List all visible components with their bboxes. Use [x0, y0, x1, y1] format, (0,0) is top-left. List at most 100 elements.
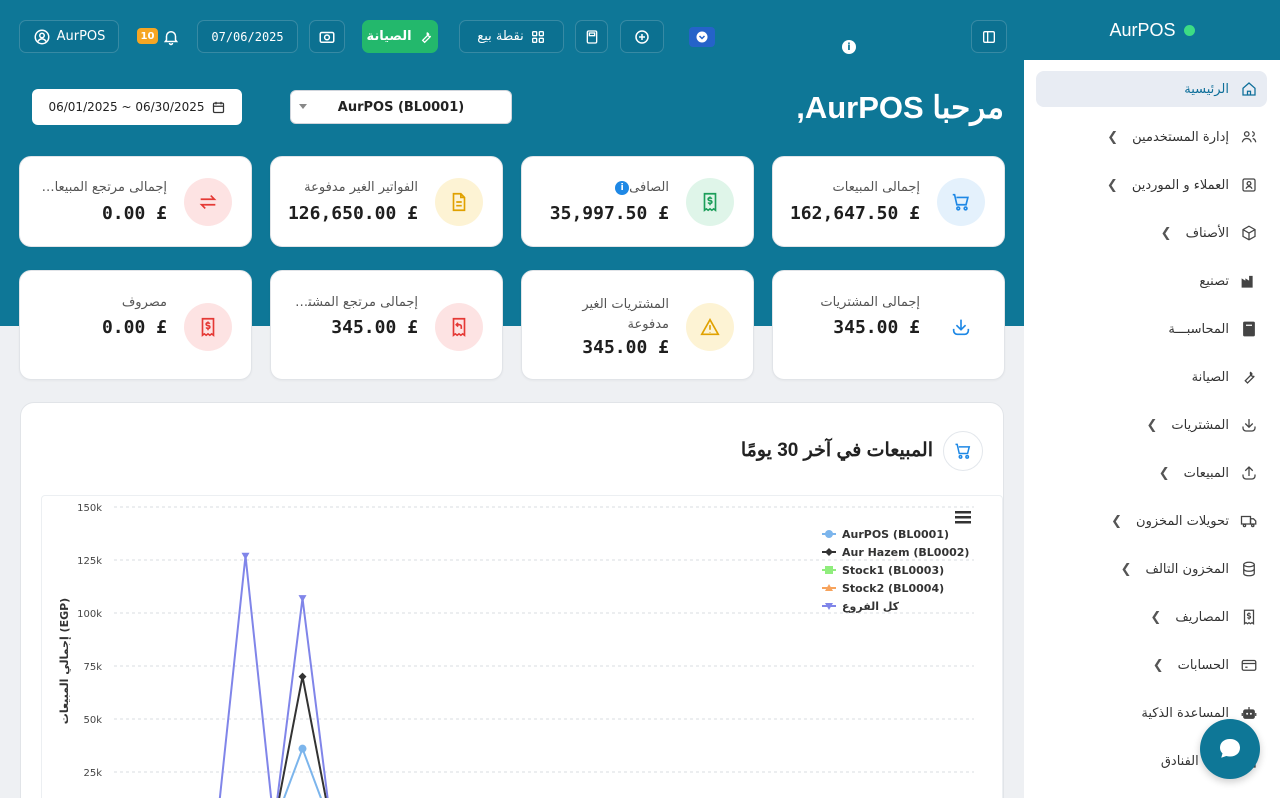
series-line — [218, 555, 329, 798]
cart-icon — [943, 431, 983, 471]
chevron-left-icon: ❮ — [1150, 609, 1162, 625]
users-icon — [1240, 128, 1258, 146]
chevron-down-circle-icon — [696, 31, 708, 43]
sidebar-item-4[interactable]: تصنيع — [1036, 263, 1267, 299]
chart-svg: 25k 50k 75k 100k 125k 150k إجمالي المبيعات (EG… — [58, 503, 974, 798]
cart-icon — [937, 178, 985, 226]
chart-menu-icon — [955, 511, 971, 514]
camera-button[interactable] — [309, 20, 345, 53]
info-icon[interactable]: i — [615, 181, 630, 195]
stat-card[interactable]: مصروف 0.00 £ — [19, 270, 252, 380]
legend-label: Stock2 (BL0004) — [842, 582, 944, 595]
y-tick-label: 125k — [77, 556, 102, 567]
legend-label: AurPOS (BL0001) — [842, 528, 949, 541]
y-tick-label: 25k — [83, 768, 102, 779]
stat-card[interactable]: الصافىi 35,997.50 £ — [521, 156, 754, 247]
sidebar-item-9[interactable]: ❮ تحويلات المخزون — [1036, 503, 1267, 539]
legend-marker — [825, 566, 833, 574]
stat-card[interactable]: إجمالى المبيعات 162,647.50 £ — [772, 156, 1005, 247]
document-icon — [435, 178, 483, 226]
stat-value: 345.00 £ — [833, 317, 920, 338]
sidebar-item-2[interactable]: ❮ العملاء و الموردين — [1036, 167, 1267, 203]
stat-label: إجمالى المشتريات — [820, 295, 920, 310]
stat-value: 126,650.00 £ — [287, 203, 418, 224]
user-menu-button[interactable]: AurPOS — [19, 20, 119, 53]
sidebar-item-label: إدارة المستخدمين — [1132, 129, 1229, 145]
wrench-icon — [421, 31, 431, 43]
y-tick-label: 150k — [77, 503, 102, 514]
notification-count-badge: 10 — [137, 28, 158, 44]
sidebar-item-5[interactable]: المحاسبـــة — [1036, 311, 1267, 347]
date-range-picker[interactable]: 06/01/2025 ~ 06/30/2025 — [32, 89, 242, 125]
download-app-button[interactable] — [689, 27, 715, 47]
stat-card[interactable]: الفواتير الغير مدفوعة 126,650.00 £ — [270, 156, 503, 247]
sales-chart: 25k 50k 75k 100k 125k 150k إجمالي المبيعات (EG… — [41, 495, 1003, 798]
stat-card[interactable]: إجمالى مرتجع المبيعا… 0.00 £ — [19, 156, 252, 247]
brand-logo[interactable]: AurPOS — [1024, 0, 1280, 60]
branch-select-value: AurPOS (BL0001) — [337, 99, 465, 115]
chart-title: المبيعات في آخر 30 يومًا — [740, 440, 933, 461]
legend-label: Aur Hazem (BL0002) — [842, 546, 969, 559]
calculator-button[interactable] — [575, 20, 608, 53]
receipt-dollar-icon — [686, 178, 734, 226]
pos-button[interactable]: نقطة بيع — [459, 20, 564, 53]
stat-card[interactable]: المشتريات الغير مدفوعة 345.00 £ — [521, 270, 754, 380]
sidebar-item-7[interactable]: ❮ المشتريات — [1036, 407, 1267, 443]
legend-marker — [825, 548, 833, 556]
chat-button[interactable] — [1200, 719, 1260, 779]
receipt-dollar-icon — [1240, 608, 1258, 626]
stat-label: الصافىi — [539, 180, 669, 195]
receipt-return-icon — [435, 303, 483, 351]
sidebar-item-label: العملاء و الموردين — [1131, 177, 1229, 193]
stat-value: 345.00 £ — [331, 317, 418, 338]
camera-icon — [319, 31, 335, 43]
upload-icon — [1240, 464, 1258, 482]
robot-icon — [1240, 704, 1258, 722]
sidebar-item-12[interactable]: ❮ الحسابات — [1036, 647, 1267, 683]
sidebar-toggle-button[interactable] — [971, 20, 1007, 53]
swap-arrows-icon — [184, 178, 232, 226]
sidebar-item-6[interactable]: الصيانة — [1036, 359, 1267, 395]
y-tick-label: 75k — [83, 662, 102, 673]
chart-menu-icon — [955, 521, 971, 524]
contact-card-icon — [1240, 176, 1258, 194]
sidebar-item-label: المحاسبـــة — [1168, 321, 1229, 337]
chevron-left-icon: ❮ — [1152, 657, 1164, 673]
date-range-value: 06/01/2025 ~ 06/30/2025 — [48, 100, 205, 114]
branch-select[interactable]: AurPOS (BL0001) — [290, 90, 512, 124]
sidebar-item-3[interactable]: ❮ الأصناف — [1036, 215, 1267, 251]
sidebar-item-11[interactable]: ❮ المصاريف — [1036, 599, 1267, 635]
sidebar-item-label: المشتريات — [1171, 417, 1229, 433]
calendar-icon — [212, 101, 224, 113]
legend-label: Stock1 (BL0003) — [842, 564, 944, 577]
stat-label: إجمالى مرتجع المبيعا… — [41, 180, 167, 195]
chevron-left-icon: ❮ — [1107, 129, 1119, 145]
chevron-left-icon: ❮ — [1106, 177, 1118, 193]
chevron-left-icon: ❮ — [1158, 465, 1170, 481]
chevron-left-icon: ❮ — [1120, 561, 1132, 577]
receipt-dollar-icon — [184, 303, 232, 351]
sidebar-item-8[interactable]: ❮ المبيعات — [1036, 455, 1267, 491]
warning-icon — [686, 303, 734, 351]
sidebar-item-10[interactable]: ❮ المخزون التالف — [1036, 551, 1267, 587]
y-tick-label: 50k — [83, 715, 102, 726]
plus-circle-icon — [635, 29, 649, 44]
stat-value: 0.00 £ — [101, 317, 167, 338]
stat-label: الفواتير الغير مدفوعة — [304, 180, 418, 195]
stat-card[interactable]: إجمالى مرتجع المشتر… 345.00 £ — [270, 270, 503, 380]
sidebar-item-label: الحسابات — [1177, 657, 1229, 673]
sidebar-item-1[interactable]: ❮ إدارة المستخدمين — [1036, 119, 1267, 155]
sidebar-item-0[interactable]: الرئيسية — [1036, 71, 1267, 107]
maintenance-button[interactable]: الصيانة — [362, 20, 438, 53]
add-button[interactable] — [620, 20, 664, 53]
y-axis-label: إجمالي المبيعات (EGP) — [58, 598, 71, 724]
chart-menu-icon — [955, 516, 971, 519]
data-point — [298, 672, 307, 681]
stat-card[interactable]: إجمالى المشتريات 345.00 £ — [772, 270, 1005, 380]
data-point — [241, 552, 250, 560]
stat-value: 35,997.50 £ — [549, 203, 669, 224]
maintenance-label: الصيانة — [366, 29, 412, 44]
sidebar-item-label: المساعدة الذكية — [1141, 705, 1229, 721]
info-icon: i — [842, 40, 856, 54]
chat-bubble-icon — [1220, 739, 1240, 758]
